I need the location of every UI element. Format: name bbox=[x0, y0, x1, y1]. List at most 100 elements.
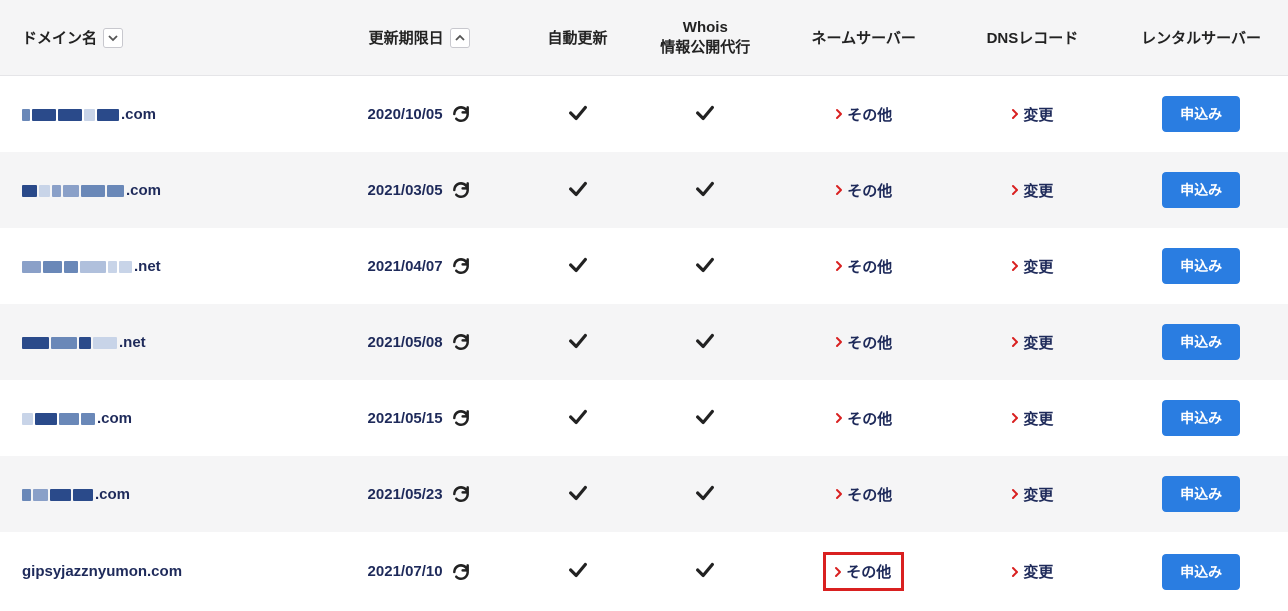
chevron-right-icon bbox=[1011, 260, 1019, 272]
nameserver-link[interactable]: その他 bbox=[827, 176, 900, 205]
nameserver-link-label: その他 bbox=[847, 332, 892, 353]
auto-update-check bbox=[567, 406, 589, 428]
nameserver-cell: その他 bbox=[777, 228, 951, 304]
renew-button[interactable] bbox=[451, 484, 471, 504]
table-row: .com 2021/05/15 その他 変更 申込み bbox=[0, 380, 1288, 456]
table-row: .com 2021/05/23 その他 変更 申込み bbox=[0, 456, 1288, 532]
auto-update-check bbox=[567, 330, 589, 352]
domain-cell[interactable]: .com bbox=[0, 456, 317, 532]
refresh-icon bbox=[451, 484, 471, 504]
nameserver-link[interactable]: その他 bbox=[827, 100, 900, 129]
domain-cell[interactable]: gipsyjazznyumon.com bbox=[0, 532, 317, 611]
nameserver-link[interactable]: その他 bbox=[827, 252, 900, 281]
nameserver-cell: その他 bbox=[777, 456, 951, 532]
renew-button[interactable] bbox=[451, 256, 471, 276]
refresh-icon bbox=[451, 408, 471, 428]
rental-cell: 申込み bbox=[1114, 152, 1288, 228]
check-icon bbox=[567, 254, 589, 276]
auto-update-cell bbox=[521, 380, 633, 456]
col-whois-label-1: Whois bbox=[644, 18, 767, 38]
apply-button[interactable]: 申込み bbox=[1162, 324, 1240, 360]
apply-button[interactable]: 申込み bbox=[1162, 96, 1240, 132]
refresh-icon bbox=[451, 562, 471, 582]
dns-link-label: 変更 bbox=[1023, 484, 1053, 505]
chevron-right-icon bbox=[1011, 566, 1019, 578]
whois-cell bbox=[634, 152, 777, 228]
dns-change-link[interactable]: 変更 bbox=[1003, 480, 1061, 509]
check-icon bbox=[694, 254, 716, 276]
nameserver-cell: その他 bbox=[777, 380, 951, 456]
auto-update-cell bbox=[521, 228, 633, 304]
apply-button[interactable]: 申込み bbox=[1162, 554, 1240, 590]
renew-button[interactable] bbox=[451, 562, 471, 582]
apply-button[interactable]: 申込み bbox=[1162, 248, 1240, 284]
nameserver-link[interactable]: その他 bbox=[827, 480, 900, 509]
dns-change-link[interactable]: 変更 bbox=[1003, 176, 1061, 205]
apply-button[interactable]: 申込み bbox=[1162, 476, 1240, 512]
expiry-cell: 2021/07/10 bbox=[317, 532, 521, 611]
col-whois-label-2: 情報公開代行 bbox=[644, 38, 767, 58]
table-row: .com2021/03/05その他変更申込み bbox=[0, 152, 1288, 228]
renew-button[interactable] bbox=[451, 104, 471, 124]
dns-change-link[interactable]: 変更 bbox=[1003, 328, 1061, 357]
domain-suffix: .net bbox=[119, 334, 146, 351]
apply-button[interactable]: 申込み bbox=[1162, 400, 1240, 436]
nameserver-link[interactable]: その他 bbox=[823, 552, 904, 591]
whois-cell bbox=[634, 228, 777, 304]
col-auto-label: 自動更新 bbox=[548, 30, 608, 47]
whois-check bbox=[694, 330, 716, 352]
domain-cell[interactable]: .com bbox=[0, 76, 317, 153]
rental-cell: 申込み bbox=[1114, 456, 1288, 532]
renew-button[interactable] bbox=[451, 408, 471, 428]
auto-update-cell bbox=[521, 456, 633, 532]
dns-change-link[interactable]: 変更 bbox=[1003, 404, 1061, 433]
col-auto-update: 自動更新 bbox=[521, 0, 633, 76]
dns-cell: 変更 bbox=[951, 76, 1115, 153]
auto-update-check bbox=[567, 559, 589, 581]
domain-suffix: .com bbox=[126, 182, 161, 199]
check-icon bbox=[567, 559, 589, 581]
domain-cell[interactable]: .net bbox=[0, 228, 317, 304]
domain-cell[interactable]: .com bbox=[0, 152, 317, 228]
expiry-date: 2021/05/15 bbox=[368, 410, 443, 427]
col-whois: Whois 情報公開代行 bbox=[634, 0, 777, 76]
domain-suffix: .net bbox=[134, 258, 161, 275]
dns-link-label: 変更 bbox=[1023, 180, 1053, 201]
renew-button[interactable] bbox=[451, 180, 471, 200]
apply-button[interactable]: 申込み bbox=[1162, 172, 1240, 208]
chevron-right-icon bbox=[835, 336, 843, 348]
check-icon bbox=[694, 406, 716, 428]
renew-button[interactable] bbox=[451, 332, 471, 352]
expiry-cell: 2021/04/07 bbox=[317, 228, 521, 304]
dns-link-label: 変更 bbox=[1023, 332, 1053, 353]
col-nameserver-label: ネームサーバー bbox=[812, 30, 916, 47]
dns-change-link[interactable]: 変更 bbox=[1003, 557, 1061, 586]
nameserver-cell: その他 bbox=[777, 76, 951, 153]
check-icon bbox=[694, 559, 716, 581]
nameserver-link[interactable]: その他 bbox=[827, 328, 900, 357]
auto-update-cell bbox=[521, 304, 633, 380]
chevron-right-icon bbox=[1011, 108, 1019, 120]
expiry-date: 2020/10/05 bbox=[368, 106, 443, 123]
sort-domain-button[interactable] bbox=[103, 28, 123, 48]
table-body: .com2020/10/05その他変更申込み.com2021/03/05その他変… bbox=[0, 76, 1288, 611]
chevron-right-icon bbox=[835, 412, 843, 424]
col-rental-label: レンタルサーバー bbox=[1141, 30, 1261, 47]
domain-cell[interactable]: .com bbox=[0, 380, 317, 456]
refresh-icon bbox=[451, 104, 471, 124]
nameserver-link[interactable]: その他 bbox=[827, 404, 900, 433]
rental-cell: 申込み bbox=[1114, 304, 1288, 380]
dns-change-link[interactable]: 変更 bbox=[1003, 252, 1061, 281]
domain-cell[interactable]: .net bbox=[0, 304, 317, 380]
expiry-date: 2021/05/23 bbox=[368, 486, 443, 503]
check-icon bbox=[694, 102, 716, 124]
check-icon bbox=[694, 330, 716, 352]
expiry-cell: 2021/05/23 bbox=[317, 456, 521, 532]
expiry-date: 2021/07/10 bbox=[368, 563, 443, 580]
nameserver-link-label: その他 bbox=[847, 256, 892, 277]
sort-expiry-button[interactable] bbox=[450, 28, 470, 48]
dns-change-link[interactable]: 変更 bbox=[1003, 100, 1061, 129]
check-icon bbox=[567, 102, 589, 124]
dns-link-label: 変更 bbox=[1023, 561, 1053, 582]
refresh-icon bbox=[451, 332, 471, 352]
